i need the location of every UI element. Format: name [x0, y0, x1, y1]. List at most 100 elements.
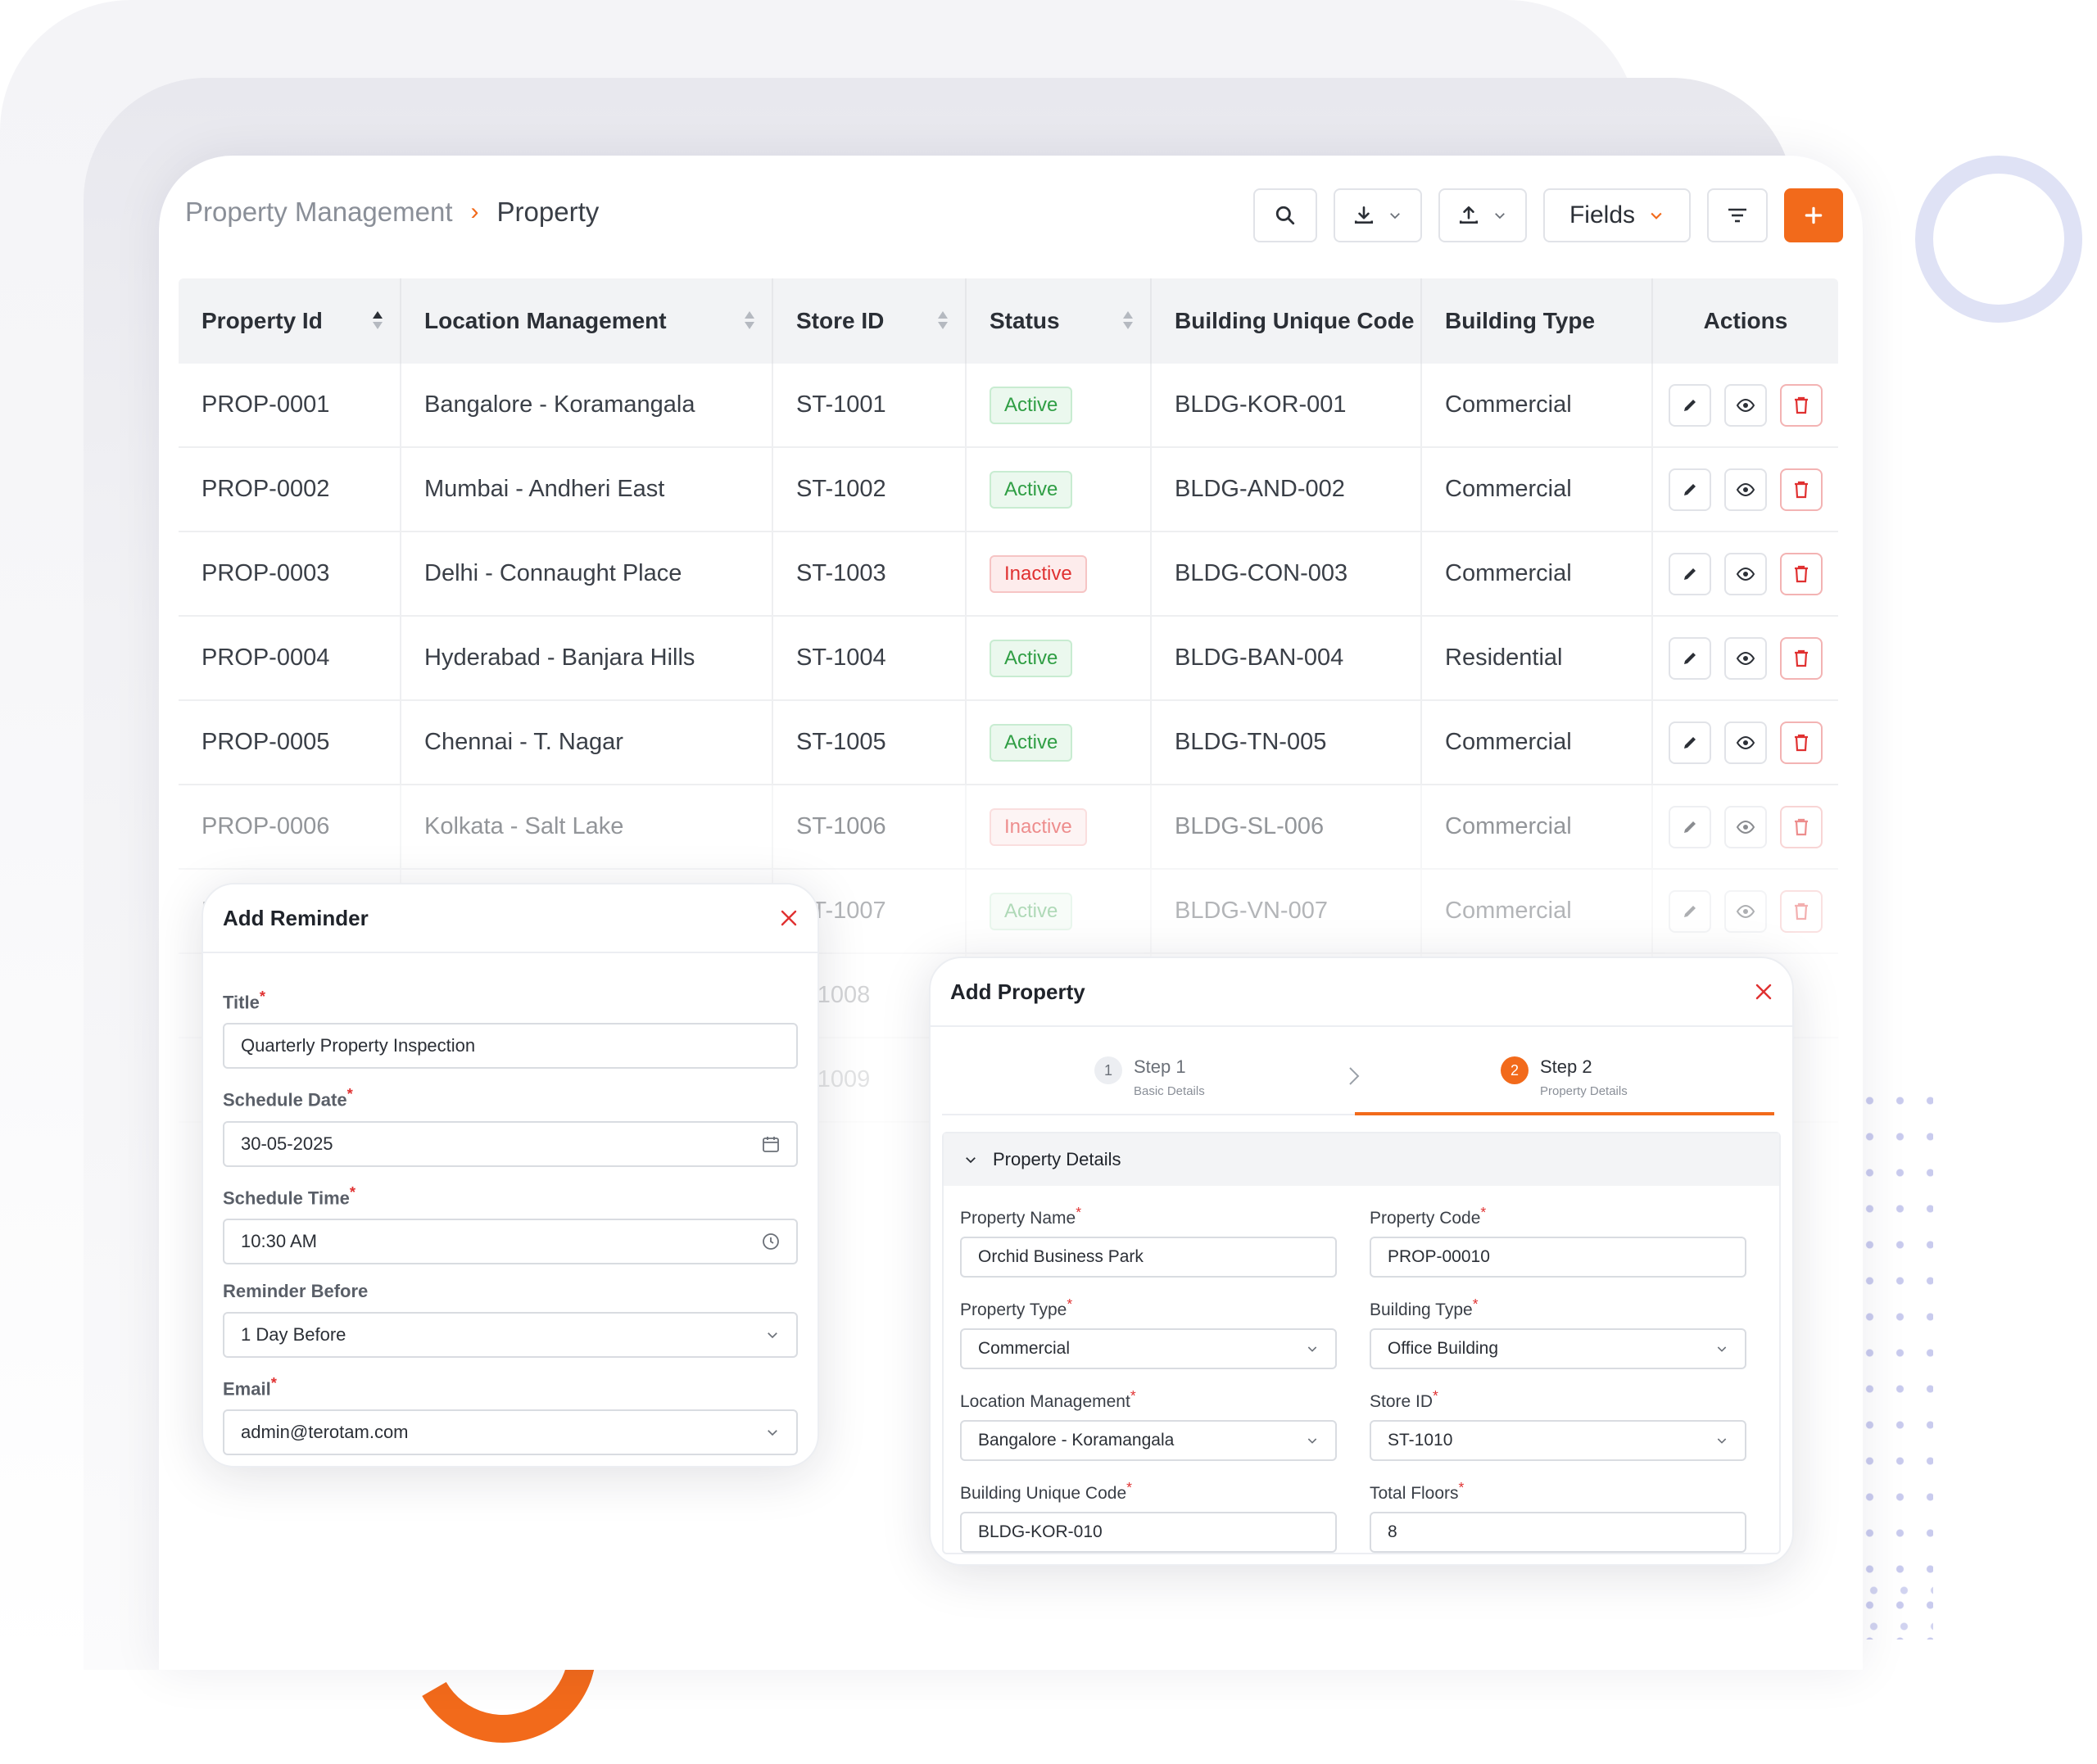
cell-building-type: Commercial [1422, 448, 1653, 531]
toolbar: Fields [1253, 188, 1843, 242]
cell-location: Kolkata - Salt Lake [401, 785, 773, 868]
sort-icon [745, 311, 754, 329]
delete-button[interactable] [1780, 636, 1823, 680]
add-reminder-modal: Add Reminder Title* Quarterly Property I… [202, 883, 819, 1468]
header-status[interactable]: Status [967, 278, 1152, 364]
status-badge: Inactive [990, 807, 1087, 846]
delete-button[interactable] [1780, 805, 1823, 848]
cell-building-code: BLDG-BAN-004 [1152, 617, 1422, 699]
pencil-icon [1684, 568, 1696, 580]
search-button[interactable] [1253, 188, 1317, 242]
store-id-select[interactable]: ST-1010 [1370, 1420, 1746, 1461]
location-select[interactable]: Bangalore - Koramangala [960, 1420, 1337, 1461]
chevron-down-icon [1390, 213, 1400, 219]
field-label: Total Floors* [1370, 1479, 1465, 1503]
add-property-modal: Add Property 1 Step 1 Basic Details 2 St… [929, 957, 1794, 1566]
filter-button[interactable] [1707, 188, 1768, 242]
step-number: 2 [1501, 1056, 1529, 1084]
close-icon [1755, 984, 1772, 1000]
add-property-button[interactable] [1784, 188, 1843, 242]
view-button[interactable] [1724, 468, 1767, 511]
breadcrumb-parent[interactable]: Property Management [185, 197, 453, 228]
property-code-input[interactable]: PROP-00010 [1370, 1237, 1746, 1278]
delete-button[interactable] [1780, 721, 1823, 764]
delete-button[interactable] [1780, 383, 1823, 427]
edit-button[interactable] [1669, 721, 1711, 764]
property-name-input[interactable]: Orchid Business Park [960, 1237, 1337, 1278]
reminder-before-select[interactable]: 1 Day Before [223, 1311, 798, 1358]
view-button[interactable] [1724, 805, 1767, 848]
building-code-input[interactable]: BLDG-KOR-010 [960, 1512, 1337, 1553]
step-2[interactable]: 2 Step 2 Property Details [1501, 1056, 1628, 1098]
eye-icon [1736, 735, 1755, 749]
cell-location: Hyderabad - Banjara Hills [401, 617, 773, 699]
field-label: Location Management* [960, 1387, 1136, 1411]
table-row[interactable]: PROP-0005 Chennai - T. Nagar ST-1005 Act… [179, 701, 1838, 785]
cell-property-id: PROP-0004 [179, 617, 401, 699]
field-label: Building Type* [1370, 1296, 1479, 1319]
cell-status: Active [967, 870, 1152, 952]
total-floors-input[interactable]: 8 [1370, 1512, 1746, 1553]
header-property-id[interactable]: Property Id [179, 278, 401, 364]
cell-status: Active [967, 701, 1152, 784]
view-button[interactable] [1724, 552, 1767, 595]
table-row[interactable]: PROP-0002 Mumbai - Andheri East ST-1002 … [179, 448, 1838, 532]
edit-button[interactable] [1669, 383, 1711, 427]
title-input[interactable]: Quarterly Property Inspection [223, 1023, 798, 1070]
fields-dropdown[interactable]: Fields [1543, 188, 1691, 242]
chevron-down-icon [768, 1332, 777, 1339]
cell-location: Chennai - T. Nagar [401, 701, 773, 784]
edit-button[interactable] [1669, 889, 1711, 933]
delete-button[interactable] [1780, 468, 1823, 511]
edit-button[interactable] [1669, 552, 1711, 595]
plus-icon [1805, 206, 1823, 224]
status-badge: Active [990, 892, 1073, 930]
view-button[interactable] [1724, 721, 1767, 764]
edit-button[interactable] [1669, 468, 1711, 511]
cell-property-id: PROP-0002 [179, 448, 401, 531]
trash-icon [1795, 481, 1808, 498]
table-row[interactable]: PROP-0003 Delhi - Connaught Place ST-100… [179, 532, 1838, 617]
cell-location: Mumbai - Andheri East [401, 448, 773, 531]
clock-icon[interactable] [762, 1233, 780, 1251]
step-1[interactable]: 1 Step 1 Basic Details [1094, 1056, 1205, 1098]
view-button[interactable] [1724, 636, 1767, 680]
header-store-id[interactable]: Store ID [773, 278, 967, 364]
trash-icon [1795, 565, 1808, 582]
export-button[interactable] [1334, 188, 1422, 242]
edit-button[interactable] [1669, 805, 1711, 848]
calendar-icon[interactable] [762, 1135, 780, 1153]
email-select[interactable]: admin@terotam.com [223, 1409, 798, 1456]
chevron-down-icon [1717, 1346, 1727, 1352]
section-toggle[interactable]: Property Details [944, 1133, 1779, 1186]
trash-icon [1795, 649, 1808, 667]
view-button[interactable] [1724, 383, 1767, 427]
close-button[interactable] [1755, 983, 1773, 1001]
field-store-id: Store ID* ST-1010 [1370, 1369, 1746, 1461]
schedule-date-input[interactable]: 30-05-2025 [223, 1120, 798, 1167]
view-button[interactable] [1724, 889, 1767, 933]
chevron-down-icon [1307, 1346, 1317, 1352]
cell-actions [1653, 701, 1838, 784]
eye-icon [1736, 904, 1755, 918]
eye-icon [1736, 651, 1755, 665]
close-button[interactable] [780, 909, 798, 927]
cell-property-id: PROP-0003 [179, 532, 401, 615]
table-row[interactable]: PROP-0001 Bangalore - Koramangala ST-100… [179, 364, 1838, 448]
property-form: Property Name* Orchid Business Park Prop… [944, 1186, 1779, 1553]
import-button[interactable] [1438, 188, 1527, 242]
trash-icon [1795, 734, 1808, 751]
field-label: Building Unique Code* [960, 1479, 1132, 1503]
schedule-time-input[interactable]: 10:30 AM [223, 1218, 798, 1264]
delete-button[interactable] [1780, 552, 1823, 595]
pencil-icon [1684, 905, 1696, 917]
building-type-select[interactable]: Office Building [1370, 1328, 1746, 1369]
delete-button[interactable] [1780, 889, 1823, 933]
section-title: Property Details [993, 1149, 1121, 1169]
field-total-floors: Total Floors* 8 [1370, 1461, 1746, 1553]
property-type-select[interactable]: Commercial [960, 1328, 1337, 1369]
table-row[interactable]: PROP-0006 Kolkata - Salt Lake ST-1006 In… [179, 785, 1838, 870]
edit-button[interactable] [1669, 636, 1711, 680]
header-location[interactable]: Location Management [401, 278, 773, 364]
table-row[interactable]: PROP-0004 Hyderabad - Banjara Hills ST-1… [179, 617, 1838, 701]
